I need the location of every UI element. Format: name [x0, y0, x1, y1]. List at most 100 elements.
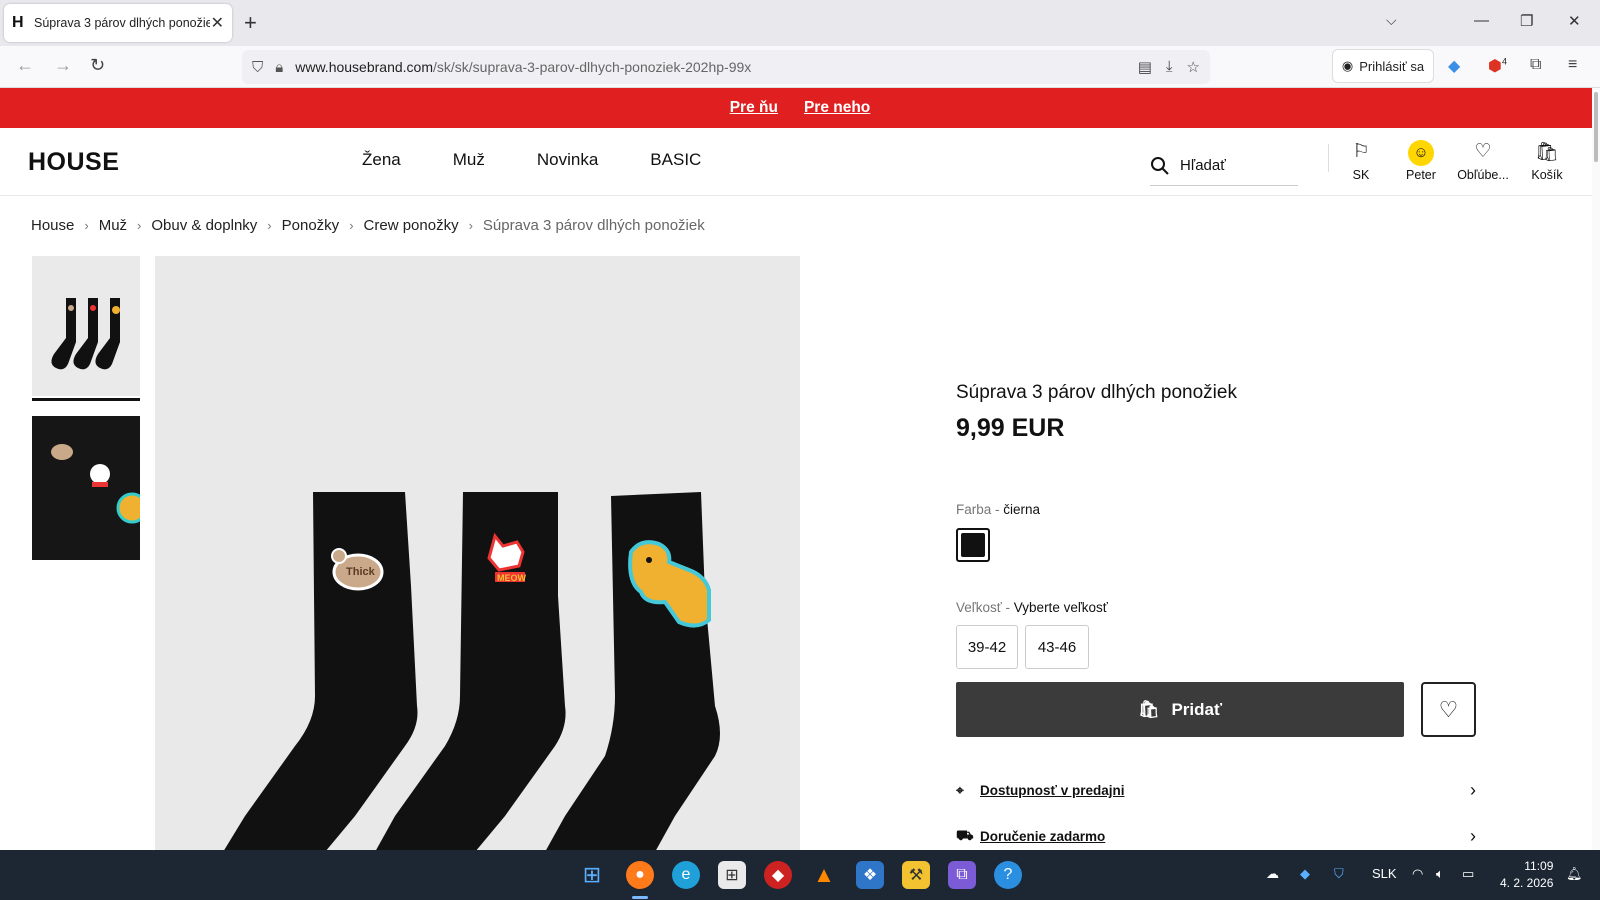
- breadcrumb-item[interactable]: Obuv & doplnky: [151, 217, 257, 234]
- add-to-cart-button[interactable]: 🛍︎ Pridať: [956, 682, 1404, 737]
- size-label: Veľkosť - Vyberte veľkosť: [956, 600, 1108, 615]
- lock-icon[interactable]: 🔒︎: [275, 59, 283, 76]
- forward-icon[interactable]: →: [54, 55, 72, 76]
- new-tab-icon[interactable]: +: [244, 10, 257, 36]
- active-app-indicator: [632, 896, 648, 899]
- breadcrumb-item[interactable]: Muž: [99, 217, 127, 234]
- color-label: Farba - čierna: [956, 502, 1041, 517]
- promo-link-for-him[interactable]: Pre neho: [804, 99, 870, 117]
- security-shield-icon[interactable]: ⛉: [1334, 866, 1344, 882]
- edge-icon[interactable]: e: [672, 861, 700, 889]
- user-avatar-icon: ☺: [1408, 140, 1434, 166]
- chevron-right-icon: ›: [84, 218, 89, 233]
- nav-item-basic[interactable]: BASIC: [650, 150, 701, 170]
- product-thumbnail-1[interactable]: [32, 256, 140, 396]
- shopping-bag-icon: 🛍︎: [1534, 142, 1560, 163]
- chevron-right-icon: ›: [267, 218, 272, 233]
- color-swatch-black[interactable]: [956, 528, 990, 562]
- notification-bell-icon[interactable]: 🔔︎: [1566, 866, 1583, 882]
- breadcrumb-current: Súprava 3 párov dlhých ponožiek: [482, 217, 705, 234]
- free-delivery-link[interactable]: ⛟ Doručenie zadarmo ›: [956, 826, 1476, 847]
- heart-icon: ♡: [1474, 141, 1492, 162]
- save-page-icon[interactable]: ⤓: [1166, 58, 1173, 76]
- main-nav: Žena Muž Novinka BASIC: [362, 150, 701, 170]
- thumbnail-selected-indicator: [32, 398, 140, 401]
- add-to-favorites-button[interactable]: ♡: [1421, 682, 1476, 737]
- search-icon: [1151, 156, 1169, 175]
- back-icon[interactable]: ←: [16, 55, 34, 76]
- breadcrumb-item[interactable]: House: [31, 217, 74, 234]
- search-input[interactable]: Hľadať: [1150, 146, 1298, 186]
- store-icon[interactable]: ⊞: [718, 861, 746, 889]
- breadcrumb: House › Muž › Obuv & doplnky › Ponožky › Cre…: [31, 217, 705, 234]
- signin-button[interactable]: ◉ Prihlásiť sa: [1332, 49, 1434, 83]
- breadcrumb-item[interactable]: Crew ponožky: [364, 217, 459, 234]
- url-text: www.housebrand.com/sk/sk/suprava-3-parov…: [295, 59, 752, 75]
- nav-item-men[interactable]: Muž: [453, 150, 485, 170]
- app-red-icon[interactable]: ◆: [764, 861, 792, 889]
- bookmark-star-icon[interactable]: ☆: [1187, 58, 1200, 76]
- firefox-icon[interactable]: ●: [626, 861, 654, 889]
- vlc-icon[interactable]: ▲: [810, 861, 838, 889]
- site-favicon-icon: H: [12, 14, 24, 31]
- product-price: 9,99 EUR: [956, 414, 1065, 442]
- delivery-truck-icon: ⛟: [956, 827, 974, 843]
- svg-text:MEOW: MEOW: [497, 573, 527, 583]
- account-circle-icon: ◉: [1341, 58, 1354, 73]
- promo-link-for-her[interactable]: Pre ňu: [730, 99, 778, 117]
- house-logo[interactable]: HOUSE: [28, 148, 119, 177]
- store-availability-link[interactable]: ⌖ Dostupnosť v predajni ›: [956, 780, 1476, 801]
- close-window-icon[interactable]: ✕: [1568, 12, 1581, 30]
- size-value: Vyberte veľkosť: [1013, 600, 1108, 615]
- product-main-image[interactable]: Thick MEOW: [155, 256, 800, 852]
- breadcrumb-item[interactable]: Ponožky: [282, 217, 340, 234]
- chevron-right-icon: ›: [137, 218, 142, 233]
- extensions-puzzle-icon[interactable]: ⧉: [1530, 56, 1541, 74]
- volume-icon[interactable]: 🔈︎: [1436, 866, 1444, 882]
- tab-list-chevron-icon[interactable]: ⌵: [1386, 12, 1397, 29]
- chevron-right-icon: ›: [1470, 780, 1476, 800]
- product-thumbnail-2[interactable]: [32, 416, 140, 560]
- extension-fox-icon[interactable]: ◆: [1448, 56, 1460, 76]
- tab-title: Súprava 3 párov dlhých ponožie: [34, 16, 210, 30]
- language-indicator[interactable]: SLK: [1372, 866, 1397, 881]
- shopping-bag-icon: 🛍︎: [1137, 699, 1160, 719]
- site-header: HOUSE Žena Muž Novinka BASIC Hľadať ⚐ SK…: [0, 128, 1600, 196]
- scrollbar-thumb[interactable]: [1594, 92, 1598, 162]
- nav-item-new[interactable]: Novinka: [537, 150, 598, 170]
- browser-toolbar: ← → ↻ ⛉ 🔒︎ www.housebrand.com/sk/sk/supr…: [0, 46, 1600, 88]
- close-tab-icon[interactable]: ✕: [211, 13, 224, 33]
- chevron-right-icon: ›: [349, 218, 354, 233]
- python-icon[interactable]: ❖: [856, 861, 884, 889]
- app-yellow-icon[interactable]: ⚒: [902, 861, 930, 889]
- battery-icon[interactable]: ▭: [1462, 866, 1474, 882]
- tray-app-icon[interactable]: ◆: [1300, 866, 1310, 882]
- account-button[interactable]: ☺ Peter: [1386, 140, 1456, 182]
- help-icon[interactable]: ?: [994, 861, 1022, 889]
- reload-icon[interactable]: ↻: [90, 55, 105, 76]
- wifi-icon[interactable]: ◠: [1412, 866, 1423, 882]
- page-scrollbar[interactable]: [1592, 88, 1600, 850]
- cart-button[interactable]: 🛍︎ Košík: [1512, 140, 1582, 182]
- shield-icon[interactable]: ⛉: [252, 59, 263, 76]
- cloud-icon[interactable]: ☁: [1266, 866, 1279, 882]
- minimize-icon[interactable]: —: [1474, 12, 1489, 29]
- location-pin-icon: ⌖: [956, 782, 964, 798]
- browser-tab[interactable]: H Súprava 3 párov dlhých ponožie ✕: [4, 4, 232, 42]
- favorites-button[interactable]: ♡ Obľúbe...: [1448, 140, 1518, 182]
- adblock-extension-icon[interactable]: ⬢4: [1488, 56, 1507, 76]
- nav-item-women[interactable]: Žena: [362, 150, 401, 170]
- product-title: Súprava 3 párov dlhých ponožiek: [956, 382, 1237, 403]
- restore-icon[interactable]: ❐: [1520, 12, 1533, 30]
- app-purple-icon[interactable]: ⧉: [948, 861, 976, 889]
- heart-icon: ♡: [1438, 696, 1459, 722]
- reader-view-icon[interactable]: ▤: [1138, 58, 1152, 76]
- svg-text:Thick: Thick: [346, 566, 376, 578]
- system-clock[interactable]: 11:09 4. 2. 2026: [1500, 858, 1553, 892]
- windows-taskbar: ⊞ ● e ⊞ ◆ ▲ ❖ ⚒ ⧉ ? ☁ ◆ ⛉ SLK ◠ 🔈︎ ▭ 11:…: [0, 850, 1600, 900]
- size-option-43-46[interactable]: 43-46: [1025, 625, 1089, 669]
- size-option-39-42[interactable]: 39-42: [956, 625, 1018, 669]
- windows-start-icon[interactable]: ⊞: [578, 861, 606, 889]
- address-bar[interactable]: ⛉ 🔒︎ www.housebrand.com/sk/sk/suprava-3-…: [242, 50, 1210, 84]
- menu-hamburger-icon[interactable]: ≡: [1568, 56, 1577, 74]
